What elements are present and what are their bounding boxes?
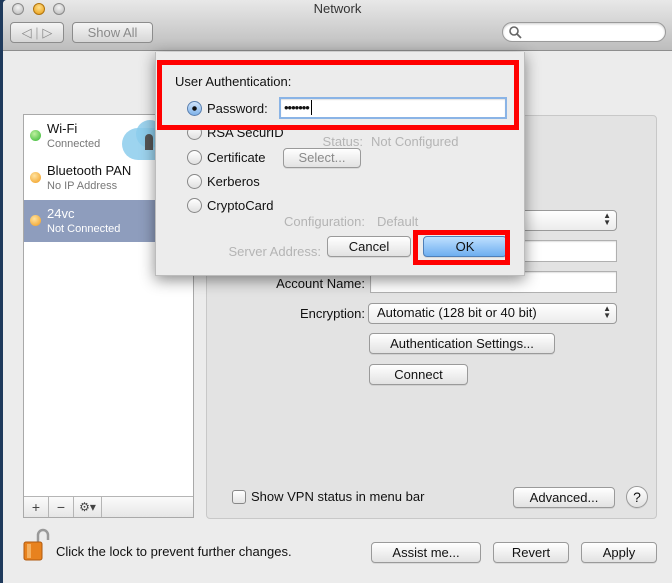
show-all-button[interactable]: Show All — [72, 22, 153, 43]
server-address-label: Server Address: — [228, 244, 322, 259]
status-label: Status: — [322, 134, 363, 149]
title-bar: Network ◁ | ▷ Show All — [3, 0, 672, 51]
updown-icon: ▲ ▼ — [603, 211, 611, 227]
service-status: Connected — [47, 138, 101, 150]
configuration-label: Configuration: — [284, 214, 365, 229]
apply-button[interactable]: Apply — [581, 542, 657, 563]
revert-button[interactable]: Revert — [493, 542, 569, 563]
highlight-box-ok — [413, 230, 510, 265]
authentication-settings-button[interactable]: Authentication Settings... — [369, 333, 555, 354]
network-window: Network ◁ | ▷ Show All Wi-Fi Connected B… — [3, 0, 672, 583]
connect-button[interactable]: Connect — [369, 364, 468, 385]
service-status: No IP Address — [47, 180, 118, 192]
lock-open-icon[interactable] — [22, 528, 52, 562]
account-name-label: Account Name: — [276, 276, 365, 291]
chevron-left-icon[interactable]: ◁ — [22, 25, 32, 40]
status-dot-icon — [30, 215, 41, 226]
search-input[interactable] — [502, 22, 666, 42]
encryption-value: Automatic (128 bit or 40 bit) — [377, 305, 537, 320]
remove-service-button[interactable]: − — [49, 497, 74, 517]
cryptocard-label: CryptoCard — [207, 198, 274, 213]
help-button[interactable]: ? — [626, 486, 648, 508]
service-name: 24vc — [47, 206, 75, 221]
show-vpn-status-checkbox[interactable] — [232, 490, 246, 504]
select-certificate-button[interactable]: Select... — [283, 148, 361, 168]
lock-message: Click the lock to prevent further change… — [56, 544, 292, 559]
cryptocard-radio[interactable] — [187, 198, 202, 213]
service-name: Bluetooth PAN — [47, 163, 132, 178]
back-forward-buttons[interactable]: ◁ | ▷ — [10, 22, 64, 43]
status-value: Not Configured — [371, 134, 459, 149]
search-icon — [509, 26, 522, 39]
status-dot-icon — [30, 130, 41, 141]
status-dot-icon — [30, 172, 41, 183]
window-title: Network — [313, 1, 362, 16]
kerberos-label: Kerberos — [207, 174, 260, 189]
show-vpn-status-label: Show VPN status in menu bar — [251, 489, 425, 504]
advanced-button[interactable]: Advanced... — [513, 487, 615, 508]
encryption-label: Encryption: — [299, 306, 365, 321]
assist-me-button[interactable]: Assist me... — [371, 542, 481, 563]
certificate-label: Certificate — [207, 150, 266, 165]
gear-icon[interactable]: ⚙▾ — [74, 497, 102, 517]
encryption-popup[interactable]: Automatic (128 bit or 40 bit) ▲ ▼ — [368, 303, 617, 324]
service-status: Not Connected — [47, 223, 121, 235]
add-service-button[interactable]: + — [24, 497, 49, 517]
highlight-box-password — [157, 60, 519, 130]
service-name: Wi-Fi — [47, 121, 78, 136]
chevron-right-icon[interactable]: ▷ — [42, 25, 52, 40]
cancel-button[interactable]: Cancel — [327, 236, 411, 257]
updown-icon: ▲ ▼ — [603, 304, 611, 320]
certificate-radio[interactable] — [187, 150, 202, 165]
kerberos-radio[interactable] — [187, 174, 202, 189]
configuration-value: Default — [377, 214, 419, 229]
list-toolbar: + − ⚙▾ — [24, 496, 193, 517]
